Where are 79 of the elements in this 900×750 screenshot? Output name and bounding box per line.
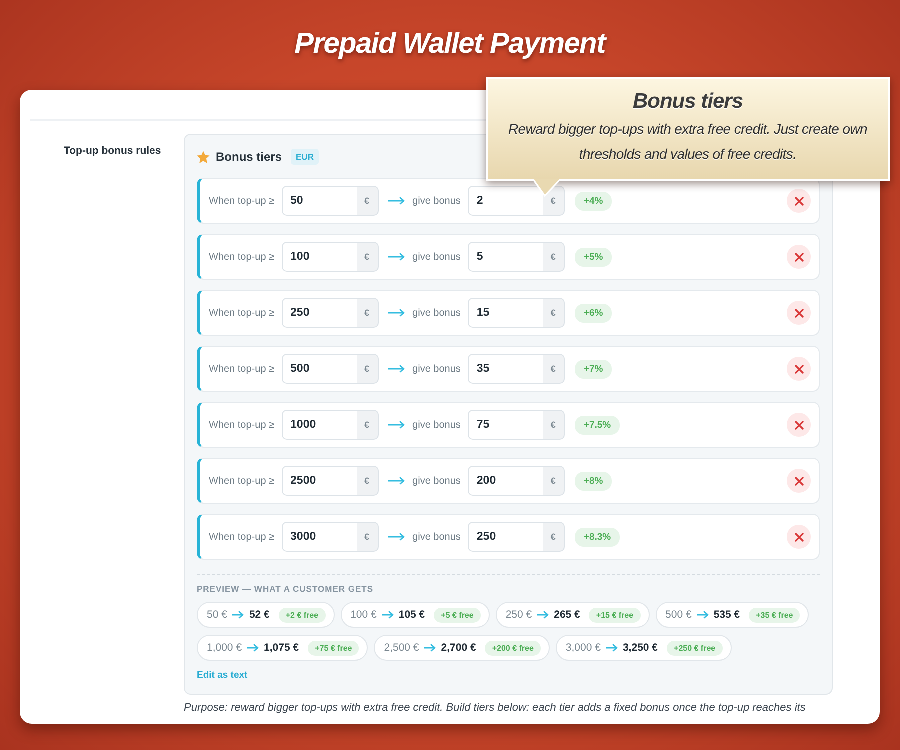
arrow-icon [247, 644, 260, 652]
arrow-icon [606, 644, 618, 652]
total-amount: 2,700 € [441, 642, 476, 654]
arrow-icon [388, 477, 405, 485]
bonus-label: give bonus [412, 476, 461, 486]
from-amount: 500 € [666, 609, 692, 621]
condition-label: When top-up ≥ [209, 308, 275, 318]
percent-badge: +7% [574, 360, 612, 378]
condition-label: When top-up ≥ [209, 532, 275, 542]
percent-badge: +7.5% [574, 416, 620, 434]
page-title: Prepaid Wallet Payment [294, 27, 606, 62]
free-badge: +15 € free [589, 608, 641, 622]
percent-badge: +6% [574, 304, 612, 322]
condition-label: When top-up ≥ [209, 196, 275, 206]
remove-button[interactable] [787, 525, 811, 549]
remove-button[interactable] [787, 301, 811, 325]
callout-title: Bonus tiers [632, 89, 744, 115]
bonus-label: give bonus [412, 532, 461, 542]
close-icon [794, 308, 804, 318]
free-badge: +5 € free [434, 608, 481, 622]
arrow-icon [424, 644, 436, 652]
total-amount: 3,250 € [622, 642, 658, 654]
arrow-icon [388, 365, 405, 373]
condition-label: When top-up ≥ [209, 476, 275, 486]
setting-label: Top-up bonus rules [64, 144, 162, 159]
from-amount: 50 € [207, 609, 228, 621]
condition-label: When top-up ≥ [209, 252, 275, 262]
close-icon [794, 364, 804, 374]
remove-button[interactable] [787, 189, 811, 213]
arrow-icon [388, 253, 405, 261]
arrow-icon [382, 611, 394, 619]
arrow-icon [537, 611, 550, 619]
from-amount: 3,000 € [566, 642, 601, 654]
from-amount: 1,000 € [207, 642, 242, 654]
panel-title: Bonus tiers [216, 150, 282, 164]
help-text: Purpose: reward bigger top-ups with extra free credit. Build tiers below: each tier adds a fixed bonus once the top-up reaches its [184, 702, 807, 714]
close-icon [794, 476, 804, 486]
arrow-icon [388, 197, 405, 205]
close-icon [794, 252, 804, 262]
from-amount: 250 € [506, 609, 532, 621]
percent-badge: +8% [574, 472, 612, 490]
percent-badge: +5% [574, 248, 612, 266]
arrow-icon [232, 611, 244, 619]
remove-button[interactable] [787, 357, 811, 381]
close-icon [794, 196, 804, 206]
from-amount: 2,500 € [384, 642, 420, 654]
free-badge: +75 € free [308, 640, 360, 656]
free-badge: +200 € free [485, 640, 541, 656]
bonus-label: give bonus [412, 364, 461, 374]
arrow-icon [388, 309, 405, 317]
close-icon [794, 532, 804, 542]
from-amount: 100 € [350, 609, 377, 621]
remove-button[interactable] [787, 469, 811, 493]
arrow-icon [388, 421, 405, 429]
free-badge: +2 € free [278, 608, 326, 622]
arrow-icon [696, 611, 709, 619]
total-amount: 52 € [249, 609, 270, 621]
total-amount: 105 € [398, 609, 426, 621]
bonus-label: give bonus [412, 420, 461, 430]
percent-badge: +8.3% [574, 528, 620, 546]
currency-badge: EUR [291, 149, 319, 165]
free-badge: +35 € free [749, 608, 800, 622]
remove-button[interactable] [787, 413, 811, 437]
bonus-label: give bonus [412, 252, 461, 262]
bonus-label: give bonus [412, 196, 461, 206]
condition-label: When top-up ≥ [209, 364, 275, 374]
total-amount: 265 € [554, 609, 580, 621]
preview-heading: PREVIEW — WHAT A CUSTOMER GETS [197, 584, 375, 594]
remove-button[interactable] [787, 245, 811, 269]
callout-text: Reward bigger top-ups with extra free credit. Just create own thresholds and values of free credits. [507, 120, 869, 164]
arrow-icon [388, 533, 405, 541]
total-amount: 1,075 € [264, 642, 300, 654]
star-icon [197, 150, 210, 164]
free-badge: +250 € free [667, 640, 723, 656]
close-icon [794, 420, 804, 430]
condition-label: When top-up ≥ [209, 420, 275, 430]
percent-badge: +4% [574, 192, 612, 210]
total-amount: 535 € [714, 609, 740, 621]
bonus-label: give bonus [412, 308, 461, 318]
